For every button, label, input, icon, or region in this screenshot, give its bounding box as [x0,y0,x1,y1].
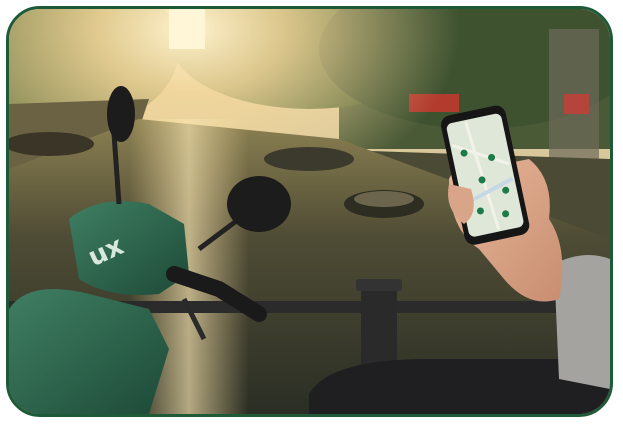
railing-post-cap [356,279,402,291]
sleeve [554,255,610,389]
boat-middle [264,147,354,171]
sun-spot [169,9,205,49]
canal-scooter-photo: ux [9,9,610,414]
boat-small-deck [354,191,414,207]
mirror-left [107,86,135,142]
mirror-right [227,176,291,232]
photo-frame: ux [6,6,613,417]
